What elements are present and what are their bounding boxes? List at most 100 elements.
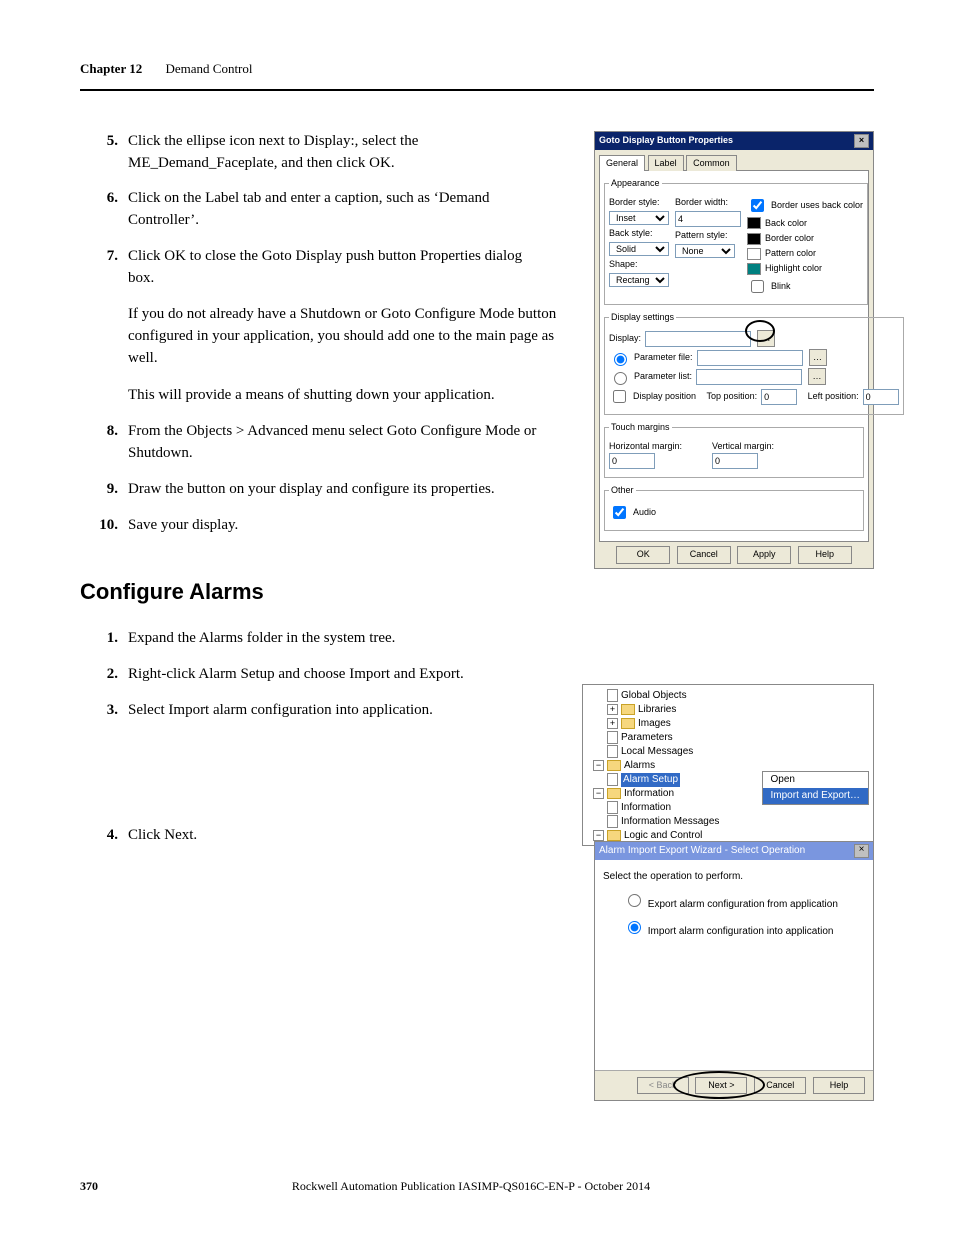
parameter-file-input[interactable] <box>697 350 803 366</box>
collapse-icon[interactable]: − <box>593 788 604 799</box>
parameter-list-ellipsis-button[interactable]: … <box>808 368 826 385</box>
border-style-select[interactable]: Inset <box>609 211 669 225</box>
step-text: Click OK to close the Goto Display push … <box>128 246 550 290</box>
step-text: Right-click Alarm Setup and choose Impor… <box>128 664 550 686</box>
step-number: 3. <box>80 700 128 722</box>
blink-checkbox[interactable] <box>751 280 764 293</box>
collapse-icon[interactable]: − <box>593 760 604 771</box>
next-button[interactable]: Next > <box>695 1077 747 1094</box>
import-radio[interactable] <box>628 921 641 934</box>
chapter-title: Demand Control <box>165 61 252 76</box>
file-icon <box>607 815 618 828</box>
cancel-button[interactable]: Cancel <box>677 546 731 563</box>
expand-icon[interactable]: + <box>607 718 618 729</box>
top-position-input[interactable] <box>761 389 797 405</box>
parameter-file-radio[interactable] <box>614 353 627 366</box>
cancel-button[interactable]: Cancel <box>754 1077 806 1094</box>
note-text: If you do not already have a Shutdown or… <box>128 304 558 369</box>
tab-general[interactable]: General <box>599 155 645 171</box>
export-label: Export alarm configuration from applicat… <box>648 899 838 910</box>
parameter-list-input[interactable] <box>696 369 802 385</box>
help-button[interactable]: Help <box>813 1077 865 1094</box>
folder-icon <box>621 704 635 715</box>
left-position-input[interactable] <box>863 389 899 405</box>
dialog-title: Goto Display Button Properties <box>599 134 733 148</box>
page-number: 370 <box>80 1178 98 1195</box>
apply-button[interactable]: Apply <box>737 546 791 563</box>
step-number: 9. <box>80 479 128 501</box>
display-position-checkbox[interactable] <box>613 390 626 403</box>
goto-display-properties-dialog: Goto Display Button Properties × General… <box>594 131 874 569</box>
highlight-color-swatch[interactable] <box>747 263 761 275</box>
collapse-icon[interactable]: − <box>593 830 604 841</box>
group-display-settings: Display settings <box>609 311 676 324</box>
tab-label[interactable]: Label <box>648 155 684 171</box>
tab-common[interactable]: Common <box>686 155 737 171</box>
highlight-color-label: Highlight color <box>765 262 822 275</box>
parameter-list-label: Parameter list: <box>634 370 692 383</box>
horizontal-margin-input[interactable] <box>609 453 655 469</box>
step-text: Click Next. <box>128 825 550 847</box>
border-uses-back-color-checkbox[interactable] <box>751 199 764 212</box>
border-width-input[interactable] <box>675 211 741 227</box>
horizontal-margin-label: Horizontal margin: <box>609 441 682 451</box>
tree-item[interactable]: Images <box>638 717 671 731</box>
folder-icon <box>607 788 621 799</box>
tree-item[interactable]: Information Messages <box>621 815 719 829</box>
parameter-file-ellipsis-button[interactable]: … <box>809 349 827 366</box>
tree-item-information[interactable]: Information <box>624 787 674 801</box>
system-tree: Global Objects + Libraries + Images Parame… <box>582 684 874 846</box>
shape-select[interactable]: Rectangle <box>609 273 669 287</box>
group-appearance: Appearance <box>609 177 662 190</box>
close-icon[interactable]: × <box>854 844 869 858</box>
file-icon <box>607 801 618 814</box>
pattern-color-label: Pattern color <box>765 247 816 260</box>
file-icon <box>607 745 618 758</box>
expand-icon[interactable]: + <box>607 704 618 715</box>
tree-item[interactable]: Information <box>621 801 671 815</box>
alarm-import-export-wizard: Alarm Import Export Wizard - Select Oper… <box>594 841 874 1102</box>
back-color-swatch[interactable] <box>747 217 761 229</box>
tree-item[interactable]: Parameters <box>621 731 673 745</box>
menu-import-export[interactable]: Import and Export… <box>763 788 868 804</box>
pattern-color-swatch[interactable] <box>747 248 761 260</box>
export-radio[interactable] <box>628 894 641 907</box>
wizard-prompt: Select the operation to perform. <box>603 870 865 885</box>
step-text: Click the ellipse icon next to Display:,… <box>128 131 550 175</box>
display-ellipsis-button[interactable]: … <box>757 330 775 347</box>
border-style-label: Border style: <box>609 196 660 209</box>
group-touch-margins: Touch margins <box>609 421 672 434</box>
page-footer: 370 Rockwell Automation Publication IASI… <box>80 1178 874 1195</box>
audio-label: Audio <box>633 506 656 519</box>
border-uses-back-color-label: Border uses back color <box>771 199 863 212</box>
publication-info: Rockwell Automation Publication IASIMP-Q… <box>98 1178 844 1195</box>
back-style-select[interactable]: Solid <box>609 242 669 256</box>
step-number: 7. <box>80 246 128 290</box>
top-position-label: Top position: <box>707 390 758 403</box>
tree-item[interactable]: Local Messages <box>621 745 693 759</box>
tree-item[interactable]: Libraries <box>638 703 676 717</box>
back-button: < Back <box>637 1077 689 1094</box>
context-menu: Open Import and Export… <box>762 771 869 805</box>
display-input[interactable] <box>645 331 751 347</box>
shape-label: Shape: <box>609 258 638 271</box>
step-text: From the Objects > Advanced menu select … <box>128 421 550 465</box>
border-color-swatch[interactable] <box>747 233 761 245</box>
step-number: 6. <box>80 188 128 232</box>
vertical-margin-input[interactable] <box>712 453 758 469</box>
tree-item[interactable]: Global Objects <box>621 689 687 703</box>
step-text: Expand the Alarms folder in the system t… <box>128 628 550 650</box>
close-icon[interactable]: × <box>854 134 869 148</box>
step-text: Draw the button on your display and conf… <box>128 479 550 501</box>
parameter-file-label: Parameter file: <box>634 351 693 364</box>
tree-item-alarm-setup[interactable]: Alarm Setup <box>621 773 680 787</box>
ok-button[interactable]: OK <box>616 546 670 563</box>
help-button[interactable]: Help <box>798 546 852 563</box>
audio-checkbox[interactable] <box>613 506 626 519</box>
parameter-list-radio[interactable] <box>614 372 627 385</box>
tree-item-alarms[interactable]: Alarms <box>624 759 655 773</box>
border-width-label: Border width: <box>675 196 728 209</box>
pattern-style-select[interactable]: None <box>675 244 735 258</box>
step-number: 4. <box>80 825 128 847</box>
menu-open[interactable]: Open <box>763 772 868 788</box>
